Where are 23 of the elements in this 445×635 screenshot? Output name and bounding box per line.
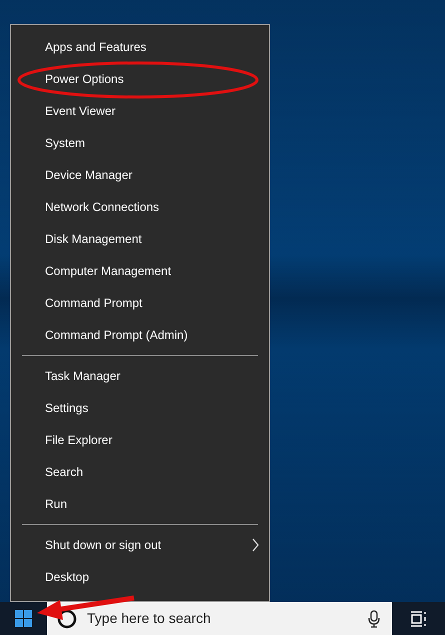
menu-item[interactable]: Network Connections bbox=[11, 191, 269, 223]
menu-item[interactable]: Settings bbox=[11, 392, 269, 424]
menu-item[interactable]: Run bbox=[11, 488, 269, 520]
menu-item[interactable]: Device Manager bbox=[11, 159, 269, 191]
menu-item[interactable]: Command Prompt (Admin) bbox=[11, 319, 269, 351]
chevron-right-icon bbox=[252, 538, 259, 552]
menu-item[interactable]: System bbox=[11, 127, 269, 159]
windows-icon bbox=[15, 610, 32, 627]
menu-item[interactable]: Desktop bbox=[11, 561, 269, 593]
menu-item[interactable]: File Explorer bbox=[11, 424, 269, 456]
menu-item[interactable]: Power Options bbox=[11, 63, 269, 95]
menu-item[interactable]: Command Prompt bbox=[11, 287, 269, 319]
microphone-icon[interactable] bbox=[368, 610, 380, 628]
menu-item[interactable]: Task Manager bbox=[11, 360, 269, 392]
menu-item[interactable]: Apps and Features bbox=[11, 31, 269, 63]
menu-item[interactable]: Disk Management bbox=[11, 223, 269, 255]
menu-item[interactable]: Shut down or sign out bbox=[11, 529, 269, 561]
menu-item[interactable]: Computer Management bbox=[11, 255, 269, 287]
circle-icon bbox=[57, 608, 77, 628]
menu-item[interactable]: Search bbox=[11, 456, 269, 488]
task-view-icon[interactable] bbox=[410, 610, 428, 626]
search-field[interactable]: Type here to search bbox=[47, 602, 392, 635]
menu-item[interactable]: Event Viewer bbox=[11, 95, 269, 127]
